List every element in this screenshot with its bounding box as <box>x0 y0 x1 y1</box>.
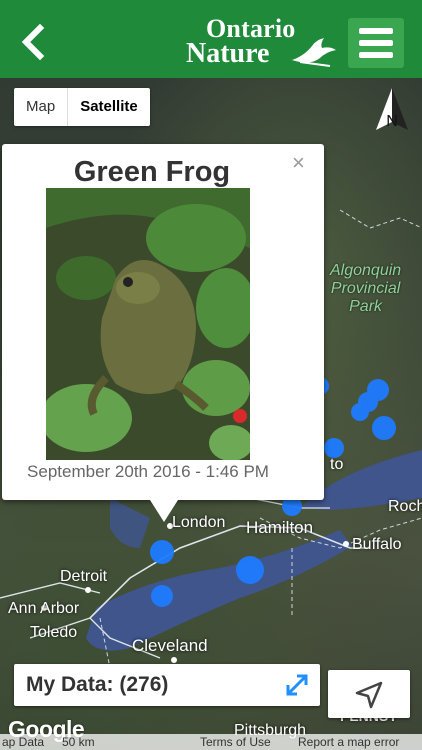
hamburger-bar <box>359 52 393 58</box>
my-data-label: My Data: (276) <box>26 673 169 696</box>
compass-north-icon[interactable]: N <box>370 86 414 134</box>
observation-photo[interactable] <box>46 188 250 460</box>
ontario-nature-logo: Ontario Nature <box>186 14 336 70</box>
map-type-satellite[interactable]: Satellite <box>67 88 150 126</box>
app-header: Ontario Nature <box>0 0 422 78</box>
observation-popup[interactable]: Green Frog × September 20th 2016 - 1:46 … <box>2 144 324 522</box>
back-button[interactable] <box>14 22 54 62</box>
city-label-ann-arbor: Ann Arbor <box>8 600 80 617</box>
logo-text-line2: Nature <box>186 38 270 69</box>
navigation-arrow-icon <box>355 681 383 709</box>
hamburger-bar <box>359 40 393 46</box>
popup-title: Green Frog <box>73 156 231 188</box>
menu-button[interactable] <box>348 18 404 68</box>
locate-me-button[interactable] <box>328 670 410 718</box>
map-attribution: ap Data 50 km Terms of Use Report a map … <box>0 734 422 750</box>
my-data-bar[interactable]: My Data: (276) <box>14 664 320 706</box>
map-type-map[interactable]: Map <box>14 88 67 126</box>
map-data-link[interactable]: ap Data <box>2 735 44 749</box>
city-label-buffalo: Buffalo <box>352 536 402 553</box>
scale-label: 50 km <box>62 735 95 749</box>
city-label-toledo: Toledo <box>30 624 78 641</box>
terms-link[interactable]: Terms of Use <box>200 735 271 749</box>
popup-pointer <box>150 500 178 522</box>
map-type-toggle: Map Satellite <box>14 88 150 126</box>
popup-date: September 20th 2016 - 1:46 PM <box>27 462 269 481</box>
city-label-toronto: to <box>330 456 344 473</box>
park-label: Algonquin Provincial Park <box>330 262 401 316</box>
city-label-detroit: Detroit <box>60 568 108 585</box>
chevron-left-icon <box>21 23 45 61</box>
park-label-line3: Park <box>349 298 383 315</box>
map-view[interactable]: Map Satellite N Algonquin Provincial Par… <box>0 78 422 750</box>
city-label-hamilton: Hamilton <box>246 518 314 537</box>
city-label-rochester: Roch <box>388 498 422 515</box>
city-label-cleveland: Cleveland <box>132 636 208 655</box>
compass-label: N <box>386 113 398 130</box>
park-label-line1: Algonquin <box>330 262 402 279</box>
park-label-line2: Provincial <box>330 280 401 297</box>
close-icon[interactable]: × <box>292 150 305 176</box>
hamburger-menu-icon <box>359 28 393 34</box>
report-error-link[interactable]: Report a map error <box>298 735 399 749</box>
bird-icon <box>292 38 336 67</box>
expand-icon[interactable] <box>284 672 310 698</box>
city-label-london: London <box>172 514 226 531</box>
